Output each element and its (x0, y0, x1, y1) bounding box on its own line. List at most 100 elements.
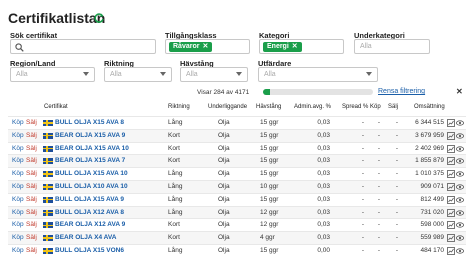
table-row[interactable]: Köp Sälj BULL OLJA X12 AVA 8 Lång Olja 12 ggr… (8, 205, 466, 219)
tillgangsklass-select[interactable]: Råvaror ✕ (165, 39, 250, 54)
buy-link[interactable]: Köp (12, 145, 24, 152)
buy-link[interactable]: Köp (12, 209, 24, 216)
table-row[interactable]: Köp Sälj BEAR OLJA X12 AVA 9 Kort Olja 12 ggr… (8, 218, 466, 231)
sell-link[interactable]: Sälj (26, 119, 37, 126)
chip-remove-icon[interactable]: ✕ (202, 43, 208, 50)
havstang-select[interactable]: Alla (180, 67, 248, 82)
col-omsattning[interactable]: Omsättning (414, 104, 445, 110)
tillgangsklass-chip[interactable]: Råvaror ✕ (169, 42, 213, 52)
table-row[interactable]: Köp Sälj BEAR OLJA X15 AVA 10 Kort Olja 15 gg… (8, 141, 466, 155)
riktning-cell: Kort (168, 144, 180, 152)
riktning-cell: Kort (168, 131, 180, 139)
chart-icon[interactable] (447, 208, 455, 217)
certificate-name-link[interactable]: BULL OLJA X15 AVA 10 (55, 170, 128, 177)
table-row[interactable]: Köp Sälj BEAR OLJA X15 AVA 9 Kort Olja 15 ggr… (8, 128, 466, 142)
chart-icon[interactable] (447, 183, 455, 191)
havstang-cell: 15 ggr (260, 170, 279, 178)
sell-link[interactable]: Sälj (26, 234, 37, 241)
riktning-cell: Kort (168, 157, 180, 165)
buy-link[interactable]: Köp (12, 132, 24, 139)
buy-link[interactable]: Köp (12, 157, 24, 164)
admin-cell: 0,03 (317, 170, 330, 178)
underliggande-cell: Olja (218, 170, 230, 178)
chart-icon[interactable] (447, 119, 455, 127)
certificate-name-link[interactable]: BEAR OLJA X15 AVA 9 (55, 132, 125, 139)
sell-link[interactable]: Sälj (26, 247, 37, 254)
chip-remove-icon[interactable]: ✕ (292, 43, 298, 50)
certificate-name-link[interactable]: BEAR OLJA X15 AVA 7 (55, 157, 125, 164)
buy-link[interactable]: Köp (12, 119, 24, 126)
kategori-select[interactable]: Energi ✕ (259, 39, 344, 54)
omsattning-cell: 598 000 (420, 221, 445, 229)
eye-icon[interactable] (456, 119, 464, 127)
buy-link[interactable]: Köp (12, 247, 24, 254)
clear-filters-icon[interactable]: ✕ (456, 87, 463, 96)
buy-link[interactable]: Köp (12, 234, 24, 241)
chart-icon[interactable] (447, 234, 455, 243)
eye-icon[interactable] (456, 247, 464, 255)
refresh-icon[interactable] (93, 12, 105, 24)
sell-link[interactable]: Sälj (26, 196, 37, 203)
certificate-name-link[interactable]: BEAR OLJA X4 AVA (55, 234, 116, 241)
certificate-name-link[interactable]: BULL OLJA X12 AVA 8 (55, 209, 124, 216)
buy-link[interactable]: Köp (12, 170, 24, 177)
table-row[interactable]: Köp Sälj BULL OLJA X10 AVA 10 Lång Olja 10 gg… (8, 180, 466, 193)
havstang-cell: 10 ggr (260, 183, 279, 190)
sell-link[interactable]: Sälj (26, 145, 37, 152)
kategori-chip[interactable]: Energi ✕ (263, 42, 302, 52)
chart-icon[interactable] (447, 195, 455, 204)
certificate-name-link[interactable]: BULL OLJA X10 AVA 10 (55, 183, 128, 190)
search-input[interactable] (10, 39, 156, 54)
eye-icon[interactable] (456, 209, 464, 217)
sell-link[interactable]: Sälj (26, 183, 37, 190)
chart-icon[interactable] (447, 144, 455, 153)
certificate-name-link[interactable]: BULL OLJA X15 VON6 (55, 247, 124, 254)
col-certifikat[interactable]: Certifikat (44, 104, 68, 110)
col-admin[interactable]: Admin.avg. % (294, 104, 331, 110)
col-kop[interactable]: Köp (370, 104, 381, 110)
riktning-select[interactable]: Alla (104, 67, 172, 82)
table-row[interactable]: Köp Sälj BULL OLJA X15 AVA 10 Lång Olja 15 gg… (8, 167, 466, 180)
eye-icon[interactable] (456, 183, 464, 191)
eye-icon[interactable] (456, 170, 464, 178)
clear-filters-link[interactable]: Rensa filtrering (378, 88, 425, 95)
sell-link[interactable]: Sälj (26, 221, 37, 228)
sell-link[interactable]: Sälj (26, 157, 37, 164)
col-salj[interactable]: Sälj (388, 104, 398, 110)
buy-link[interactable]: Köp (12, 221, 24, 228)
eye-icon[interactable] (456, 132, 464, 140)
region-select[interactable]: Alla (10, 67, 95, 82)
chevron-down-icon (160, 72, 166, 76)
chart-icon[interactable] (447, 170, 455, 179)
utfardare-select[interactable]: Alla (258, 67, 378, 82)
eye-icon[interactable] (456, 157, 464, 165)
certificate-name-link[interactable]: BEAR OLJA X15 AVA 10 (55, 145, 129, 152)
certificate-name-link[interactable]: BULL OLJA X15 AVA 8 (55, 119, 124, 126)
col-underliggande[interactable]: Underliggande (208, 104, 247, 110)
table-row[interactable]: Köp Sälj BULL OLJA X15 VON6 Lång Olja 15 ggr 0… (8, 244, 466, 257)
chart-icon[interactable] (447, 157, 455, 166)
sell-link[interactable]: Sälj (26, 209, 37, 216)
chart-icon[interactable] (447, 221, 455, 230)
certificate-name-link[interactable]: BULL OLJA X15 AVA 9 (55, 196, 124, 203)
col-riktning[interactable]: Riktning (168, 104, 190, 110)
underkategori-select[interactable]: Alla (354, 39, 430, 54)
riktning-placeholder: Alla (110, 71, 122, 78)
table-row[interactable]: Köp Sälj BULL OLJA X15 AVA 9 Lång Olja 15 ggr… (8, 192, 466, 206)
chart-icon[interactable] (447, 247, 455, 255)
eye-icon[interactable] (456, 145, 464, 153)
buy-link[interactable]: Köp (12, 183, 24, 190)
col-spread[interactable]: Spread % (342, 104, 368, 110)
eye-icon[interactable] (456, 196, 464, 204)
certificate-name-link[interactable]: BEAR OLJA X12 AVA 9 (55, 221, 125, 228)
eye-icon[interactable] (456, 234, 464, 242)
buy-link[interactable]: Köp (12, 196, 24, 203)
table-row[interactable]: Köp Sälj BEAR OLJA X15 AVA 7 Kort Olja 15 ggr… (8, 154, 466, 168)
sell-link[interactable]: Sälj (26, 132, 37, 139)
table-row[interactable]: Köp Sälj BULL OLJA X15 AVA 8 Lång Olja 15 ggr… (8, 116, 466, 129)
chart-icon[interactable] (447, 131, 455, 140)
table-row[interactable]: Köp Sälj BEAR OLJA X4 AVA Kort Olja 4 ggr 0,03… (8, 231, 466, 244)
sell-link[interactable]: Sälj (26, 170, 37, 177)
eye-icon[interactable] (456, 221, 464, 229)
col-havstang[interactable]: Hävstång (256, 104, 281, 110)
